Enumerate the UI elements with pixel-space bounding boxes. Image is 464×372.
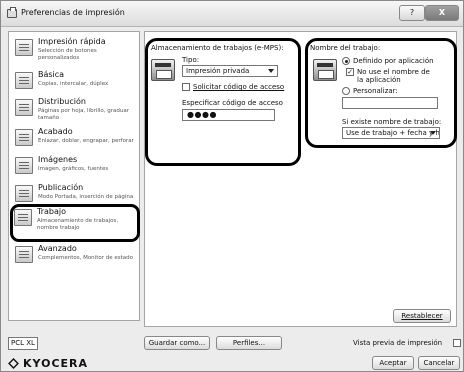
help-button[interactable]: ? [399, 5, 425, 21]
sidebar-item-advanced[interactable]: Avanzado Complementos, Monitor de estado [12, 242, 137, 278]
sidebar-item-desc: Modo Portada, inserción de página [38, 194, 134, 200]
sidebar-item-desc: Imagen, gráficos, fuentes [38, 166, 109, 172]
printer-icon [7, 7, 17, 18]
no-use-app-name-checkbox[interactable]: ✓ [346, 68, 354, 76]
basic-icon [15, 72, 33, 89]
no-use-app-name-label: No use el nombre de la aplicación [357, 68, 430, 84]
preview-label: Vista previa de impresión [353, 339, 443, 347]
radio-custom[interactable] [342, 87, 350, 95]
radio-custom-label: Personalizar: [353, 87, 398, 95]
request-code-checkbox[interactable] [182, 83, 190, 91]
close-button[interactable]: X [425, 5, 459, 21]
cancel-button[interactable]: Cancelar [418, 356, 460, 370]
sidebar-item-desc: Complementos, Monitor de estado [38, 255, 133, 261]
sidebar-item-desc: Almacenamiento de trabajos, nombre traba… [37, 218, 119, 231]
quick-print-icon [15, 39, 33, 56]
storage-type-label: Tipo: [182, 56, 200, 64]
sidebar-item-desc: Páginas por hoja, librillo, graduar tama… [38, 108, 130, 121]
window-title: Preferencias de impresión [21, 8, 125, 17]
advanced-icon [15, 246, 33, 263]
pdl-badge: PCL XL [8, 337, 38, 350]
if-exists-select[interactable]: Use de trabajo + fecha y ho [342, 127, 440, 139]
chevron-down-icon [268, 69, 274, 73]
job-name-icon [313, 59, 337, 81]
imaging-icon [15, 157, 33, 174]
job-name-heading: Nombre del trabajo: [310, 44, 381, 52]
sidebar-item-title: Impresión rápida [38, 37, 106, 46]
chevron-down-icon [430, 131, 436, 135]
kyocera-logo-icon [8, 358, 19, 369]
sidebar-item-title: Trabajo [37, 207, 66, 216]
restore-button[interactable]: Restablecer [393, 309, 451, 323]
sidebar-item-title: Avanzado [38, 244, 77, 253]
sidebar-item-title: Acabado [38, 127, 73, 136]
layout-icon [15, 99, 33, 116]
sidebar-item-desc: Selección de botones personalizados [38, 48, 97, 61]
job-icon [14, 209, 32, 226]
request-code-label: Solicitar código de acceso [193, 83, 285, 91]
profiles-button[interactable]: Perfiles... [216, 336, 282, 350]
radio-app-defined[interactable] [342, 57, 350, 65]
storage-type-value: Impresión privada [186, 67, 250, 75]
if-exists-value: Use de trabajo + fecha y ho [346, 129, 440, 137]
job-storage-heading: Almacenamiento de trabajos (e-MPS): [151, 44, 284, 52]
preview-checkbox[interactable] [453, 339, 461, 347]
accept-button[interactable]: Aceptar [372, 356, 414, 370]
finishing-icon [15, 129, 33, 146]
sidebar-item-desc: Enlazar, doblar, engrapar, perforar [38, 138, 134, 144]
sidebar-item-title: Publicación [38, 183, 84, 192]
sidebar-item-quick-print[interactable]: Impresión rápida Selección de botones pe… [12, 35, 137, 71]
save-as-button[interactable]: Guardar como... [144, 336, 210, 350]
custom-name-input[interactable] [342, 97, 438, 109]
sidebar-item-title: Distribución [38, 97, 86, 106]
sidebar-item-title: Básica [38, 70, 65, 79]
storage-type-select[interactable]: Impresión privada [182, 65, 278, 77]
specify-code-label: Especificar código de acceso [182, 99, 283, 107]
brand-logo: KYOCERA [23, 357, 89, 370]
publishing-icon [15, 185, 33, 202]
job-storage-icon [151, 59, 175, 81]
sidebar: Impresión rápida Selección de botones pe… [8, 31, 140, 321]
if-exists-label: Si existe nombre de trabajo: [342, 118, 442, 126]
title-bar: Preferencias de impresión ? X [1, 1, 463, 27]
access-code-input[interactable]: ●●●● [182, 109, 275, 121]
print-preferences-window: Preferencias de impresión ? X Impresión … [0, 0, 464, 372]
sidebar-item-title: Imágenes [38, 155, 78, 164]
sidebar-item-desc: Copias, intercalar, dúplex [38, 81, 109, 87]
radio-app-defined-label: Definido por aplicación [353, 57, 434, 65]
sidebar-item-job[interactable]: Trabajo Almacenamiento de trabajos, nomb… [10, 204, 140, 242]
